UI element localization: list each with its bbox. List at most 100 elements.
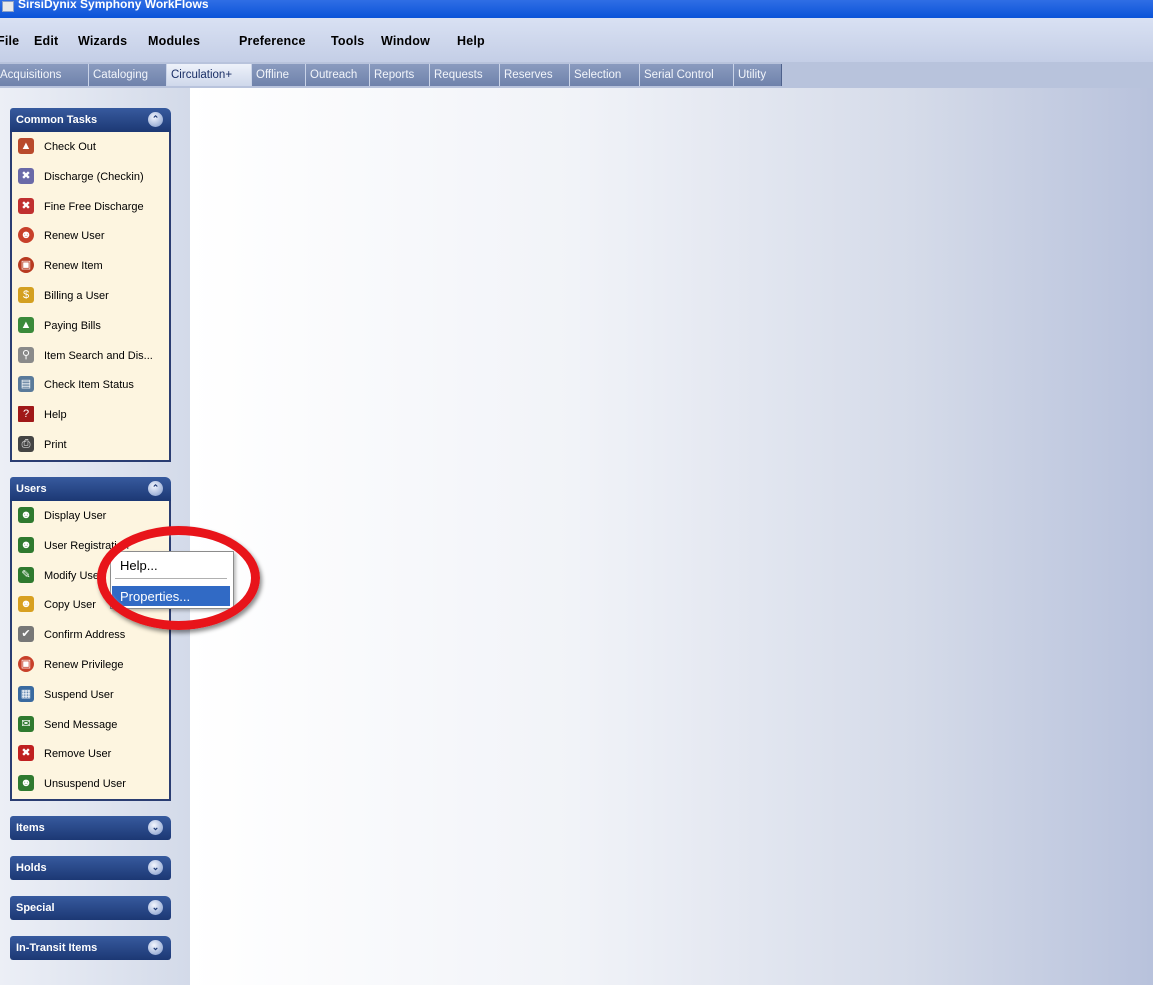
group-title: Holds: [16, 862, 47, 874]
task-label: Display User: [44, 510, 107, 522]
menu-bar: File Edit Wizards Modules Preference Too…: [0, 18, 1153, 62]
group-in-transit: In-Transit Items ⌄: [10, 936, 171, 960]
stamp-icon: ▲: [18, 138, 34, 154]
expand-icon[interactable]: ⌄: [148, 860, 163, 875]
task-check-item-status[interactable]: ▤ Check Item Status: [12, 370, 169, 400]
menu-modules[interactable]: Modules: [148, 34, 200, 48]
task-label: Fine Free Discharge: [44, 200, 144, 213]
renew-item-icon: ▣: [18, 257, 34, 274]
task-label: Modify User: [44, 569, 103, 582]
task-print[interactable]: ⎙ Print: [12, 430, 169, 460]
tab-utility[interactable]: Utility: [734, 64, 780, 86]
menu-tools[interactable]: Tools: [331, 34, 364, 48]
module-toolbar: Acquisitions Cataloging Circulation+ Off…: [0, 62, 1153, 88]
window-title: SirsiDynix Symphony WorkFlows: [18, 0, 209, 11]
task-help[interactable]: ? Help: [12, 400, 169, 430]
group-users: Users ⌃ ☻ Display User ☻ User Registrati…: [10, 477, 171, 801]
task-paying-bills[interactable]: ▲ Paying Bills: [12, 311, 169, 341]
group-title: Common Tasks: [16, 114, 98, 126]
task-label: Renew Item: [44, 260, 103, 273]
task-label: Send Message: [44, 718, 118, 731]
discharge-icon: ✖: [18, 167, 34, 184]
group-special: Special ⌄: [10, 896, 171, 920]
task-display-user[interactable]: ☻ Display User: [12, 501, 169, 531]
tab-reserves[interactable]: Reserves: [500, 64, 570, 86]
task-label: Suspend User: [44, 688, 114, 701]
tab-reports[interactable]: Reports: [370, 64, 430, 86]
task-fine-free-discharge[interactable]: ✖ Fine Free Discharge: [12, 192, 169, 222]
menu-help[interactable]: Help: [457, 34, 485, 48]
task-label: Check Out: [44, 141, 96, 153]
group-common-tasks: Common Tasks ⌃ ▲ Check Out ✖ Discharge (…: [10, 108, 171, 462]
tab-offline[interactable]: Offline: [252, 64, 306, 86]
task-label: Check Item Status: [44, 379, 134, 392]
group-title: In-Transit Items: [16, 942, 98, 954]
menu-file[interactable]: File: [0, 34, 19, 48]
collapse-icon[interactable]: ⌃: [148, 481, 163, 496]
expand-icon[interactable]: ⌄: [148, 820, 163, 835]
task-label: Remove User: [44, 748, 112, 761]
expand-icon[interactable]: ⌄: [148, 900, 163, 915]
fine-free-icon: ✖: [18, 197, 34, 214]
tab-outreach[interactable]: Outreach: [306, 64, 370, 86]
remove-user-icon: ✖: [18, 745, 34, 762]
copy-user-icon: ☻: [18, 596, 34, 613]
task-label: Help: [44, 409, 67, 422]
task-suspend-user[interactable]: ▦ Suspend User: [12, 680, 169, 710]
menu-preference[interactable]: Preference: [239, 34, 306, 48]
group-title: Special: [16, 902, 55, 914]
item-status-icon: ▤: [18, 376, 34, 393]
task-label: Renew Privilege: [44, 658, 124, 671]
task-label: Renew User: [44, 230, 105, 243]
task-billing-user[interactable]: $ Billing a User: [12, 281, 169, 311]
menu-window[interactable]: Window: [381, 34, 430, 48]
group-title: Users: [16, 483, 47, 495]
tab-cataloging[interactable]: Cataloging: [89, 64, 167, 86]
highlight-ring: [97, 526, 260, 630]
task-label: Item Search and Dis...: [44, 349, 153, 362]
unsuspend-user-icon: ☻: [18, 775, 34, 792]
task-renew-privilege[interactable]: ▣ Renew Privilege: [12, 650, 169, 680]
expand-icon[interactable]: ⌄: [148, 940, 163, 955]
display-user-icon: ☻: [18, 507, 34, 523]
help-icon: ?: [18, 406, 34, 423]
task-label: Confirm Address: [44, 629, 126, 642]
paying-bills-icon: ▲: [18, 316, 34, 333]
task-renew-item[interactable]: ▣ Renew Item: [12, 251, 169, 281]
task-item-search[interactable]: ⚲ Item Search and Dis...: [12, 341, 169, 371]
group-title: Items: [16, 822, 45, 834]
group-items: Items ⌄: [10, 816, 171, 840]
tab-circulation[interactable]: Circulation+: [167, 64, 252, 86]
group-header-special[interactable]: Special ⌄: [10, 896, 171, 920]
group-header-common-tasks[interactable]: Common Tasks ⌃: [10, 108, 171, 132]
group-header-users[interactable]: Users ⌃: [10, 477, 171, 501]
task-send-message[interactable]: ✉ Send Message: [12, 710, 169, 740]
task-unsuspend-user[interactable]: ☻ Unsuspend User: [12, 769, 169, 799]
group-holds: Holds ⌄: [10, 856, 171, 880]
printer-icon: ⎙: [18, 435, 34, 452]
task-check-out[interactable]: ▲ Check Out: [12, 132, 169, 162]
task-label: Billing a User: [44, 289, 109, 302]
app-icon: [2, 1, 14, 12]
collapse-icon[interactable]: ⌃: [148, 112, 163, 127]
tab-requests[interactable]: Requests: [430, 64, 500, 86]
menu-edit[interactable]: Edit: [34, 34, 58, 48]
task-remove-user[interactable]: ✖ Remove User: [12, 739, 169, 769]
renew-user-icon: ☻: [18, 227, 34, 244]
task-label: Unsuspend User: [44, 778, 126, 791]
task-renew-user[interactable]: ☻ Renew User: [12, 221, 169, 251]
task-label: Copy User: [44, 599, 96, 612]
group-header-items[interactable]: Items ⌄: [10, 816, 171, 840]
tab-serial-control[interactable]: Serial Control: [640, 64, 734, 86]
suspend-user-icon: ▦: [18, 685, 34, 702]
group-header-in-transit[interactable]: In-Transit Items ⌄: [10, 936, 171, 960]
send-message-icon: ✉: [18, 715, 34, 732]
user-registration-icon: ☻: [18, 536, 34, 553]
menu-wizards[interactable]: Wizards: [78, 34, 127, 48]
tab-selection[interactable]: Selection: [570, 64, 640, 86]
item-search-icon: ⚲: [18, 346, 34, 363]
task-discharge[interactable]: ✖ Discharge (Checkin): [12, 162, 169, 192]
group-header-holds[interactable]: Holds ⌄: [10, 856, 171, 880]
billing-icon: $: [18, 286, 34, 303]
tab-acquisitions[interactable]: Acquisitions: [0, 64, 89, 86]
